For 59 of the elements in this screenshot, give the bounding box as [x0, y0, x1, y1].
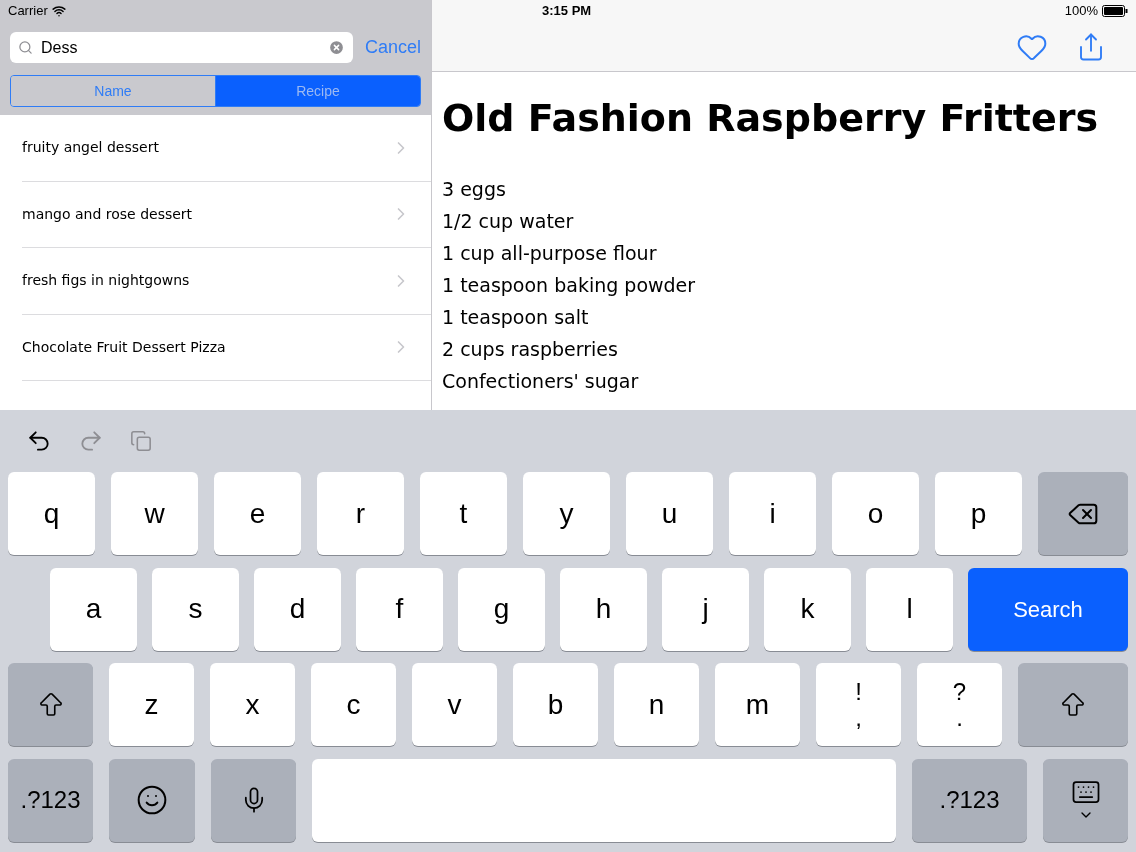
- ingredient-line: 3 eggs: [442, 177, 507, 202]
- recipe-list-item[interactable]: mango and rose dessert: [22, 181, 431, 248]
- letter-key[interactable]: h: [560, 567, 647, 651]
- dictation-key[interactable]: [211, 758, 296, 842]
- wifi-icon: [51, 4, 66, 18]
- punctuation-key[interactable]: ? .: [917, 663, 1002, 746]
- redo-icon[interactable]: [78, 428, 104, 454]
- letter-key[interactable]: b: [513, 663, 598, 746]
- punctuation-key[interactable]: ! ,: [816, 663, 901, 746]
- letter-key[interactable]: x: [210, 663, 295, 746]
- smiley-icon: [136, 784, 168, 816]
- emoji-key[interactable]: [109, 758, 195, 842]
- undo-icon[interactable]: [26, 428, 52, 454]
- carrier-label: Carrier: [8, 2, 48, 21]
- letter-key[interactable]: a: [50, 567, 137, 651]
- ingredient-line: 1/2 cup water: [442, 209, 575, 234]
- letter-key[interactable]: l: [866, 567, 953, 651]
- letter-key[interactable]: q: [8, 472, 95, 555]
- recipe-list-item[interactable]: fruity angel dessert: [22, 115, 431, 182]
- clock-label: 3:15 PM: [542, 2, 592, 21]
- letter-key[interactable]: w: [111, 472, 198, 555]
- numbers-key[interactable]: .?123: [912, 758, 1027, 842]
- numbers-key[interactable]: .?123: [8, 758, 93, 842]
- letter-key[interactable]: f: [356, 567, 443, 651]
- letter-key[interactable]: i: [729, 472, 816, 555]
- backspace-key[interactable]: [1038, 472, 1128, 555]
- letter-key[interactable]: s: [152, 567, 239, 651]
- clear-icon[interactable]: [327, 39, 345, 56]
- ingredient-line: 1 cup all-purpose flour: [442, 241, 658, 266]
- search-key[interactable]: Search: [968, 567, 1128, 651]
- copy-icon[interactable]: [130, 430, 152, 452]
- letter-key[interactable]: e: [214, 472, 301, 555]
- letter-key[interactable]: y: [523, 472, 610, 555]
- hide-keyboard-key[interactable]: [1043, 758, 1128, 842]
- letter-key[interactable]: n: [614, 663, 699, 746]
- ingredient-line: 1 teaspoon baking powder: [442, 273, 697, 298]
- letter-key[interactable]: g: [458, 567, 545, 651]
- battery-label: 100%: [1064, 2, 1098, 21]
- letter-key[interactable]: m: [715, 663, 800, 746]
- search-field[interactable]: Dess: [10, 32, 353, 63]
- search-icon: [18, 40, 33, 55]
- letter-key[interactable]: c: [311, 663, 396, 746]
- ingredient-line: Confectioners' sugar: [442, 369, 640, 394]
- letter-key[interactable]: u: [626, 472, 713, 555]
- letter-key[interactable]: d: [254, 567, 341, 651]
- letter-key[interactable]: v: [412, 663, 497, 746]
- letter-key[interactable]: z: [109, 663, 194, 746]
- letter-key[interactable]: o: [832, 472, 919, 555]
- battery-icon: [1102, 5, 1128, 17]
- recipe-list-item[interactable]: Chocolate Fruit Dessert Pizza: [22, 314, 431, 381]
- ingredient-line: 1 teaspoon salt: [442, 305, 590, 330]
- letter-key[interactable]: j: [662, 567, 749, 651]
- recipe-list-item[interactable]: fresh figs in nightgowns: [22, 248, 431, 315]
- letter-key[interactable]: k: [764, 567, 851, 651]
- letter-key[interactable]: t: [420, 472, 507, 555]
- recipe-title: Old Fashion Raspberry Fritters: [442, 95, 1100, 142]
- letter-key[interactable]: r: [317, 472, 404, 555]
- ingredient-line: 2 cups raspberries: [442, 337, 619, 362]
- letter-key[interactable]: p: [935, 472, 1022, 555]
